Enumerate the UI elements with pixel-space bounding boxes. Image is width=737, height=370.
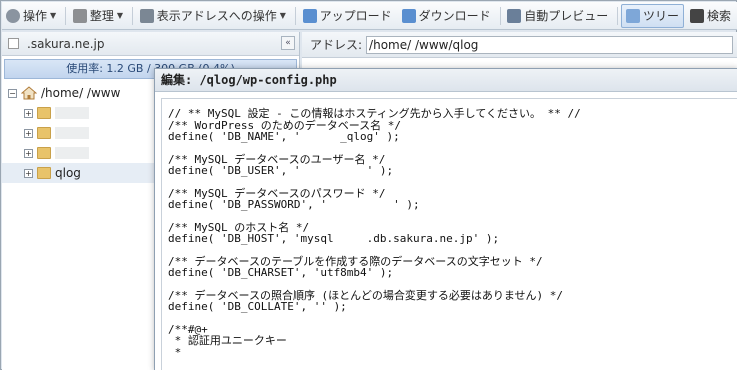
tree-icon — [626, 8, 640, 23]
tree-item-label — [55, 127, 89, 139]
address-label: アドレス: — [310, 38, 363, 52]
upload-label: アップロード — [319, 9, 392, 23]
binoculars-icon — [690, 8, 705, 23]
code-line: define( 'DB_HOST', 'mysql .db.sakura.ne.… — [168, 232, 500, 245]
collapse-panel-button[interactable]: « — [281, 36, 295, 50]
collapse-icon[interactable]: − — [8, 88, 17, 98]
upload-button[interactable]: アップロード — [299, 4, 396, 28]
folder-icon — [37, 127, 51, 139]
code-line: define( 'DB_NAME', ' _qlog' ); — [168, 130, 400, 143]
search-button[interactable]: 検索 — [686, 4, 735, 28]
code-line: define( 'DB_COLLATE', '' ); — [168, 300, 347, 313]
auto-preview-label: 自動プレビュー — [524, 9, 609, 23]
address-operation-menu-button[interactable]: 表示アドレスへの操作 ▼ — [136, 4, 290, 28]
monitor-icon — [507, 8, 522, 23]
tree-toggle-button[interactable]: ツリー — [621, 3, 685, 28]
address-bar: アドレス: /home/ /www/qlog — [302, 32, 737, 58]
dropdown-arrow-icon: ▼ — [279, 11, 286, 20]
code-line: // ** MySQL 設定 - この情報はホスティング先から入手してください。… — [168, 107, 581, 120]
download-button[interactable]: ダウンロード — [398, 4, 495, 28]
expand-icon[interactable]: + — [24, 168, 33, 178]
code-line: define( 'DB_USER', ' ' ); — [168, 164, 394, 177]
code-line: define( 'DB_CHARSET', 'utf8mb4' ); — [168, 266, 394, 279]
auto-preview-button[interactable]: 自動プレビュー — [503, 4, 612, 28]
operation-menu-button[interactable]: 操作 ▼ — [2, 4, 60, 28]
organize-label: 整理 — [89, 9, 114, 23]
upload-icon — [302, 8, 317, 23]
toolbar-divider — [294, 6, 296, 25]
home-icon — [21, 86, 37, 100]
code-line: * — [168, 345, 182, 359]
folder-icon — [37, 107, 51, 119]
address-input[interactable]: /home/ /www/qlog — [366, 35, 733, 54]
dialog-title[interactable]: 編集: /qlog/wp-config.php — [155, 69, 737, 92]
folder-icon — [37, 167, 51, 179]
download-icon — [401, 8, 416, 23]
toolbar-divider — [65, 6, 66, 25]
code-line: define( 'DB_PASSWORD', ' ' ); — [168, 198, 420, 211]
tree-label: ツリー — [643, 9, 680, 23]
code-editor[interactable]: // ** MySQL 設定 - この情報はホスティング先から入手してください。… — [161, 98, 737, 370]
dropdown-arrow-icon: ▼ — [50, 11, 57, 20]
download-label: ダウンロード — [418, 9, 491, 23]
address-icon — [139, 8, 154, 23]
select-checkbox[interactable] — [8, 38, 19, 49]
toolbar: 操作 ▼ 整理 ▼ 表示アドレスへの操作 ▼ アップロード ダウンロード 自動プ… — [2, 2, 737, 30]
expand-icon[interactable]: + — [24, 128, 33, 138]
toolbar-divider — [132, 6, 133, 25]
toolbar-divider — [499, 6, 501, 25]
tree-item-label — [55, 107, 89, 119]
search-label: 検索 — [707, 9, 732, 23]
code-line: * 認証用ユニークキー — [168, 334, 287, 347]
dialog-body: // ** MySQL 設定 - この情報はホスティング先から入手してください。… — [155, 92, 737, 370]
tree-item-label — [55, 147, 89, 159]
dropdown-arrow-icon: ▼ — [116, 11, 124, 20]
tree-item-label: qlog — [55, 166, 81, 180]
edit-file-dialog: 編集: /qlog/wp-config.php // ** MySQL 設定 -… — [154, 68, 737, 370]
tree-root-label: /home/ /www — [41, 86, 121, 100]
domain-header: .sakura.ne.jp « — [2, 32, 299, 56]
wrench-icon — [72, 8, 87, 23]
file-manager-window: 操作 ▼ 整理 ▼ 表示アドレスへの操作 ▼ アップロード ダウンロード 自動プ… — [0, 0, 737, 370]
operation-label: 操作 — [23, 9, 48, 23]
folder-icon — [37, 147, 51, 159]
organize-menu-button[interactable]: 整理 ▼ — [69, 4, 127, 28]
expand-icon[interactable]: + — [24, 108, 33, 118]
toolbar-divider — [617, 6, 618, 25]
domain-name: .sakura.ne.jp — [27, 36, 105, 51]
gear-icon — [6, 8, 20, 23]
address-operation-label: 表示アドレスへの操作 — [156, 9, 277, 23]
expand-icon[interactable]: + — [24, 148, 33, 158]
